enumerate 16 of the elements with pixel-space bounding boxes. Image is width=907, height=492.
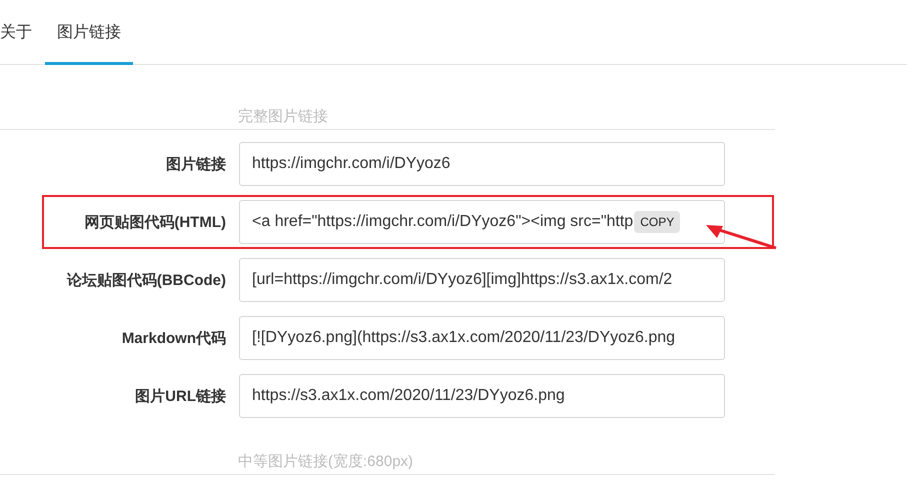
- tab[interactable]: 图片链接: [45, 0, 133, 65]
- field-label: 论坛贴图代码(BBCode): [66, 270, 226, 290]
- field-label: 图片链接: [165, 154, 226, 174]
- tab[interactable]: 关于: [0, 0, 32, 65]
- text-field[interactable]: [url=https://imgchr.com/i/DYyoz6][img]https://s3.ax1x.com/2: [239, 258, 725, 302]
- text-field[interactable]: https://imgchr.com/i/DYyoz6: [239, 142, 725, 186]
- text-field[interactable]: https://s3.ax1x.com/2020/11/23/DYyoz6.png: [239, 374, 725, 418]
- section-legend: 中等图片链接(宽度:680px): [238, 453, 414, 470]
- text-field[interactable]: <a href="https://imgchr.com/i/DYyoz6"><img src="http COPY: [239, 200, 725, 244]
- text-field[interactable]: [![DYyoz6.png](https://s3.ax1x.com/2020/11/23/DYyoz6.png: [239, 316, 725, 360]
- arrow-drawing: [705, 224, 777, 250]
- section-legend: 完整图片链接: [238, 108, 328, 125]
- field-label: Markdown代码: [120, 328, 226, 348]
- field-label: 网页贴图代码(HTML): [83, 212, 226, 232]
- copy-button[interactable]: COPY: [634, 211, 680, 233]
- field-label: 图片URL链接: [134, 386, 226, 406]
